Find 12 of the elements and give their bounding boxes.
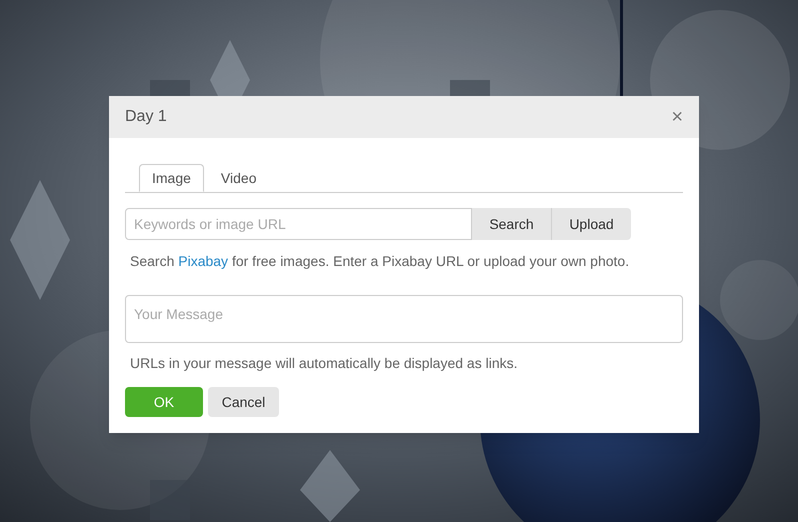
search-button[interactable]: Search	[472, 208, 552, 240]
pixabay-link[interactable]: Pixabay	[178, 253, 228, 269]
upload-button[interactable]: Upload	[552, 208, 631, 240]
help-text: Search Pixabay for free images. Enter a Pixabay URL or upload your own photo.	[130, 252, 630, 271]
cancel-button[interactable]: Cancel	[208, 387, 279, 417]
dialog-title: Day 1	[125, 107, 167, 127]
search-field[interactable]: Keywords or image URL	[125, 208, 472, 240]
tab[interactable]: Video	[204, 164, 274, 192]
message-field[interactable]: Your Message	[125, 295, 683, 343]
close-button[interactable]: ×	[671, 107, 683, 127]
message-note: URLs in your message will automatically be displayed as links.	[130, 354, 519, 373]
tab[interactable]: Image	[139, 164, 204, 192]
